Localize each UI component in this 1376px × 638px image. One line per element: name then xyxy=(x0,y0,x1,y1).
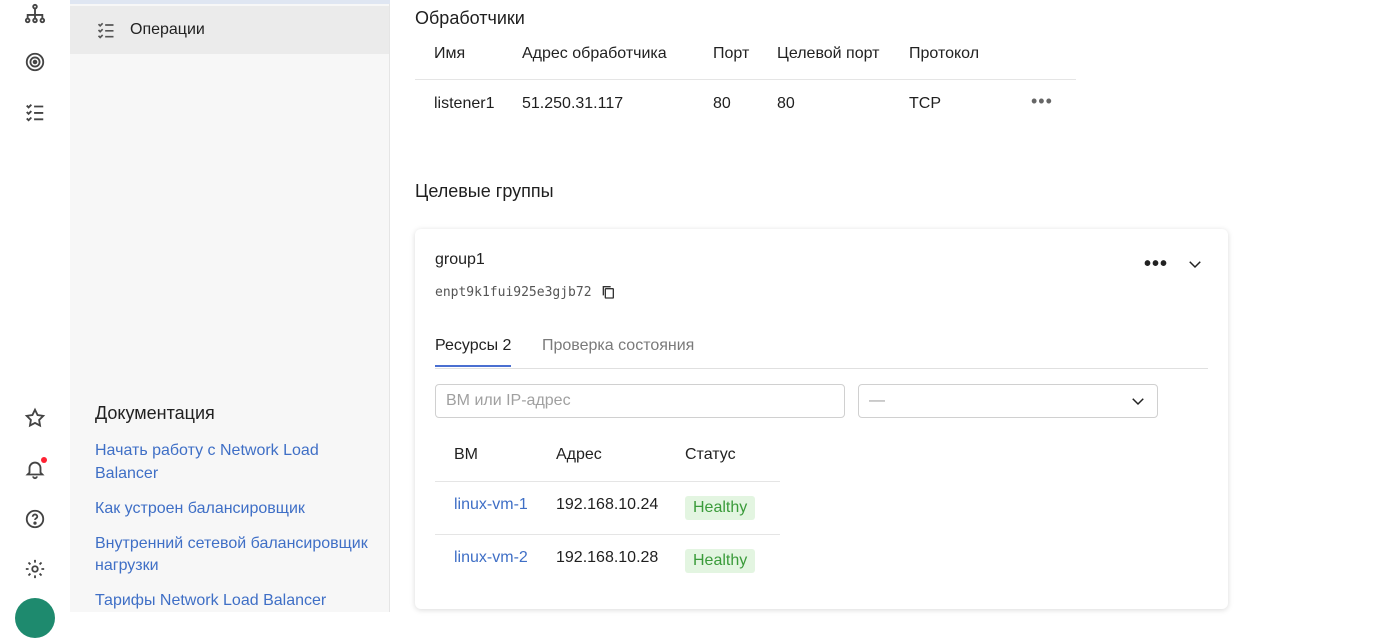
listener-row: listener1 51.250.31.117 80 80 TCP ••• xyxy=(415,80,1076,130)
status-filter-value: — xyxy=(869,392,885,409)
copy-icon[interactable] xyxy=(600,284,616,300)
target-group-name: group1 xyxy=(435,251,485,268)
status-badge: Healthy xyxy=(685,549,756,573)
doc-link-pricing[interactable]: Тарифы Network Load Balancer xyxy=(95,590,375,613)
target-group-id: enpt9k1fui925e3gjb72 xyxy=(435,284,616,300)
notification-dot xyxy=(41,457,47,463)
doc-link-internal-balancer[interactable]: Внутренний сетевой балансировщик нагрузк… xyxy=(95,533,375,578)
column-header-port: Порт xyxy=(713,45,750,62)
secondary-sidebar: Операции Документация Начать работу с Ne… xyxy=(70,0,390,612)
listeners-title: Обработчики xyxy=(415,8,525,28)
target-group-id-text: enpt9k1fui925e3gjb72 xyxy=(435,284,592,300)
network-topology-icon[interactable] xyxy=(22,1,48,27)
sidebar-item-label: Операции xyxy=(130,21,205,38)
column-header-vm: ВМ xyxy=(454,446,478,463)
icon-rail xyxy=(0,0,70,638)
column-header-protocol: Протокол xyxy=(909,45,980,62)
column-header-address: Адрес обработчика xyxy=(522,45,667,62)
documentation-title: Документация xyxy=(95,403,215,423)
sidebar-active-strip xyxy=(70,0,390,4)
vm-address: 192.168.10.24 xyxy=(556,496,659,513)
notification-bell-icon[interactable] xyxy=(22,456,48,482)
target-group-more-icon[interactable]: ••• xyxy=(1144,254,1168,274)
vm-link[interactable]: linux-vm-1 xyxy=(454,496,528,514)
doc-link-getting-started[interactable]: Начать работу с Network Load Balancer xyxy=(95,440,375,485)
target-groups-title: Целевые группы xyxy=(415,181,554,201)
listener-name: listener1 xyxy=(434,95,495,112)
column-header-target-port: Целевой порт xyxy=(777,45,880,62)
resources-table-header: ВМ Адрес Статус xyxy=(435,433,780,482)
avatar[interactable] xyxy=(15,598,55,638)
column-header-address: Адрес xyxy=(556,446,602,463)
star-icon[interactable] xyxy=(22,405,48,431)
main-content: Обработчики Имя Адрес обработчика Порт Ц… xyxy=(390,0,1376,612)
chevron-down-icon[interactable] xyxy=(1186,255,1204,273)
listener-address: 51.250.31.117 xyxy=(522,95,624,112)
vm-search-input[interactable] xyxy=(435,384,845,418)
listener-more-icon[interactable]: ••• xyxy=(1031,91,1053,112)
column-header-name: Имя xyxy=(434,45,466,62)
target-icon[interactable] xyxy=(22,49,48,75)
column-header-status: Статус xyxy=(685,446,736,463)
listener-target-port: 80 xyxy=(777,95,795,112)
resources-table: ВМ Адрес Статус linux-vm-1 192.168.10.24… xyxy=(435,433,780,588)
help-icon[interactable] xyxy=(22,506,48,532)
listener-protocol: TCP xyxy=(909,95,941,112)
tab-resources[interactable]: Ресурсы 2 xyxy=(435,337,512,367)
listener-port: 80 xyxy=(713,95,731,112)
chevron-down-icon xyxy=(1132,398,1144,406)
sidebar-item-operations[interactable]: Операции xyxy=(70,6,389,54)
operations-icon xyxy=(97,22,114,39)
status-filter-select[interactable]: — xyxy=(858,384,1158,418)
settings-gear-icon[interactable] xyxy=(22,556,48,582)
vm-link[interactable]: linux-vm-2 xyxy=(454,549,528,567)
listeners-table: Имя Адрес обработчика Порт Целевой порт … xyxy=(415,36,1076,80)
target-group-actions: ••• xyxy=(1144,254,1204,274)
target-group-card: group1 enpt9k1fui925e3gjb72 ••• Ресурсы … xyxy=(415,229,1228,609)
listeners-table-header: Имя Адрес обработчика Порт Целевой порт … xyxy=(415,36,1076,80)
vm-address: 192.168.10.28 xyxy=(556,549,659,566)
documentation-section: Документация Начать работу с Network Loa… xyxy=(95,403,375,625)
target-group-tabs: Ресурсы 2 Проверка состояния xyxy=(435,335,1208,369)
table-row: linux-vm-1 192.168.10.24 Healthy xyxy=(435,482,780,535)
doc-link-how-it-works[interactable]: Как устроен балансировщик xyxy=(95,498,375,521)
tab-health-check[interactable]: Проверка состояния xyxy=(542,337,694,365)
operations-list-icon[interactable] xyxy=(22,99,48,125)
status-badge: Healthy xyxy=(685,496,756,520)
table-row: linux-vm-2 192.168.10.28 Healthy xyxy=(435,535,780,588)
